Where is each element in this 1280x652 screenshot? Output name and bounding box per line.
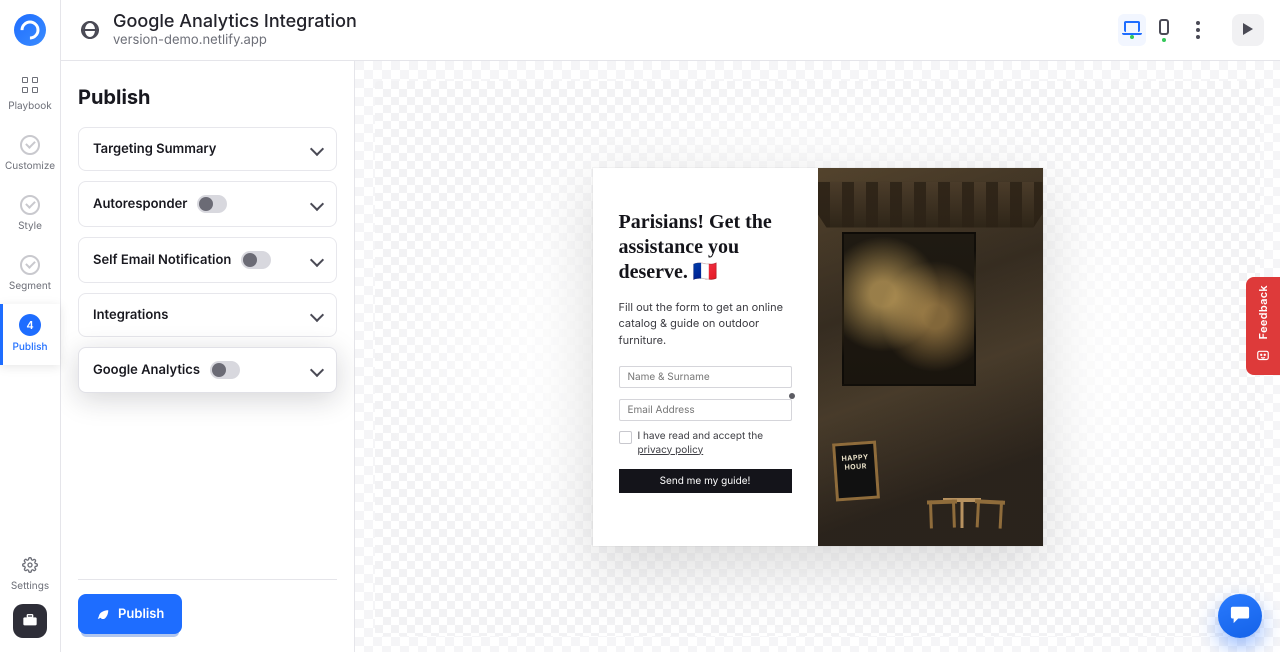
preview-canvas: ✕ Parisians! Get the assistance you dese… — [355, 61, 1280, 652]
status-dot-icon — [1130, 35, 1134, 39]
chevron-down-icon — [310, 253, 324, 267]
rail-item-settings[interactable]: Settings — [0, 544, 60, 604]
chevron-down-icon — [310, 363, 324, 377]
rail-label: Customize — [5, 160, 55, 172]
play-icon — [1242, 20, 1254, 40]
rail-label: Publish — [12, 341, 47, 353]
toolbox-button[interactable] — [13, 604, 47, 638]
feedback-label: Feedback — [1256, 285, 1270, 339]
rail-item-publish[interactable]: 4 Publish — [0, 304, 60, 365]
briefcase-icon — [22, 611, 38, 631]
popup-preview: ✕ Parisians! Get the assistance you dese… — [593, 168, 1043, 546]
consent-text: I have read and accept the privacy polic… — [638, 430, 792, 457]
rail-item-style[interactable]: Style — [0, 184, 60, 244]
consent-row: I have read and accept the privacy polic… — [619, 430, 792, 457]
device-desktop-button[interactable] — [1118, 14, 1146, 46]
preview-play-button[interactable] — [1232, 14, 1264, 46]
cafe-chair-shape — [926, 499, 956, 504]
accordion-label: Self Email Notification — [93, 252, 231, 268]
chat-launcher-button[interactable] — [1218, 594, 1262, 638]
rail-label: Style — [18, 220, 42, 232]
popup-content: Parisians! Get the assistance you deserv… — [593, 168, 818, 546]
google-analytics-toggle[interactable] — [210, 361, 240, 379]
feedback-face-icon — [1256, 347, 1270, 367]
accordion-google-analytics[interactable]: Google Analytics — [78, 347, 337, 393]
chevron-down-icon — [310, 197, 324, 211]
sign-line: HOUR — [844, 461, 867, 472]
email-input[interactable] — [619, 399, 792, 421]
accordion-label: Integrations — [93, 307, 168, 323]
privacy-policy-link[interactable]: privacy policy — [638, 444, 704, 456]
check-circle-icon — [19, 194, 41, 216]
device-switcher — [1118, 14, 1206, 46]
autoresponder-toggle[interactable] — [197, 195, 227, 213]
page-header: Google Analytics Integration version-dem… — [61, 0, 1280, 61]
panel-heading: Publish — [78, 85, 337, 109]
name-input[interactable] — [619, 366, 792, 388]
check-circle-icon — [19, 134, 41, 156]
rocket-icon — [96, 605, 110, 623]
chevron-down-icon — [310, 142, 324, 156]
accordion-autoresponder[interactable]: Autoresponder — [78, 181, 337, 227]
smartphone-icon — [1159, 19, 1169, 35]
chevron-down-icon — [310, 308, 324, 322]
page-title-block: Google Analytics Integration version-dem… — [113, 11, 357, 48]
accordion-integrations[interactable]: Integrations — [78, 293, 337, 337]
page-subtitle: version-demo.netlify.app — [113, 33, 357, 49]
app-logo[interactable] — [14, 14, 46, 46]
happy-hour-sign: HAPPY HOUR — [832, 440, 880, 501]
panel-footer: Publish — [78, 579, 337, 634]
popup-submit-button[interactable]: Send me my guide! — [619, 469, 792, 493]
accordion-self-email-notification[interactable]: Self Email Notification — [78, 237, 337, 283]
status-dot-icon — [1162, 38, 1166, 42]
check-circle-icon — [19, 254, 41, 276]
publish-button[interactable]: Publish — [78, 594, 182, 634]
rail-label: Segment — [9, 280, 51, 292]
dashboard-grid-icon — [19, 74, 41, 96]
accordion-targeting-summary[interactable]: Targeting Summary — [78, 127, 337, 171]
device-mobile-button[interactable] — [1150, 14, 1178, 46]
chat-bubble-icon — [1229, 604, 1251, 628]
popup-headline: Parisians! Get the assistance you deserv… — [619, 210, 792, 285]
self-email-toggle[interactable] — [241, 251, 271, 269]
page-title: Google Analytics Integration — [113, 11, 357, 33]
globe-icon — [81, 21, 99, 39]
consent-checkbox[interactable] — [619, 431, 632, 444]
accordion-label: Targeting Summary — [93, 141, 216, 157]
accordion-label: Google Analytics — [93, 362, 200, 378]
publish-button-label: Publish — [118, 606, 164, 622]
feedback-tab[interactable]: Feedback — [1246, 277, 1280, 375]
step-badge: 4 — [19, 314, 41, 336]
accordion-label: Autoresponder — [93, 196, 187, 212]
rail-item-customize[interactable]: Customize — [0, 124, 60, 184]
rail-item-playbook[interactable]: Playbook — [0, 64, 60, 124]
laptop-icon — [1124, 21, 1140, 32]
publish-panel: Publish Targeting Summary Autoresponder … — [61, 61, 355, 652]
rail-item-segment[interactable]: Segment — [0, 244, 60, 304]
popup-subtext: Fill out the form to get an online catal… — [619, 299, 792, 349]
popup-image: HAPPY HOUR — [818, 168, 1043, 546]
app-left-rail: Playbook Customize Style Segment 4 Publi… — [0, 0, 61, 652]
rail-label: Playbook — [8, 100, 52, 112]
cafe-chair-shape — [974, 499, 1004, 505]
rail-label: Settings — [11, 580, 49, 592]
gear-icon — [19, 554, 41, 576]
consent-prefix: I have read and accept the — [638, 430, 764, 442]
more-actions-button[interactable] — [1186, 15, 1206, 45]
